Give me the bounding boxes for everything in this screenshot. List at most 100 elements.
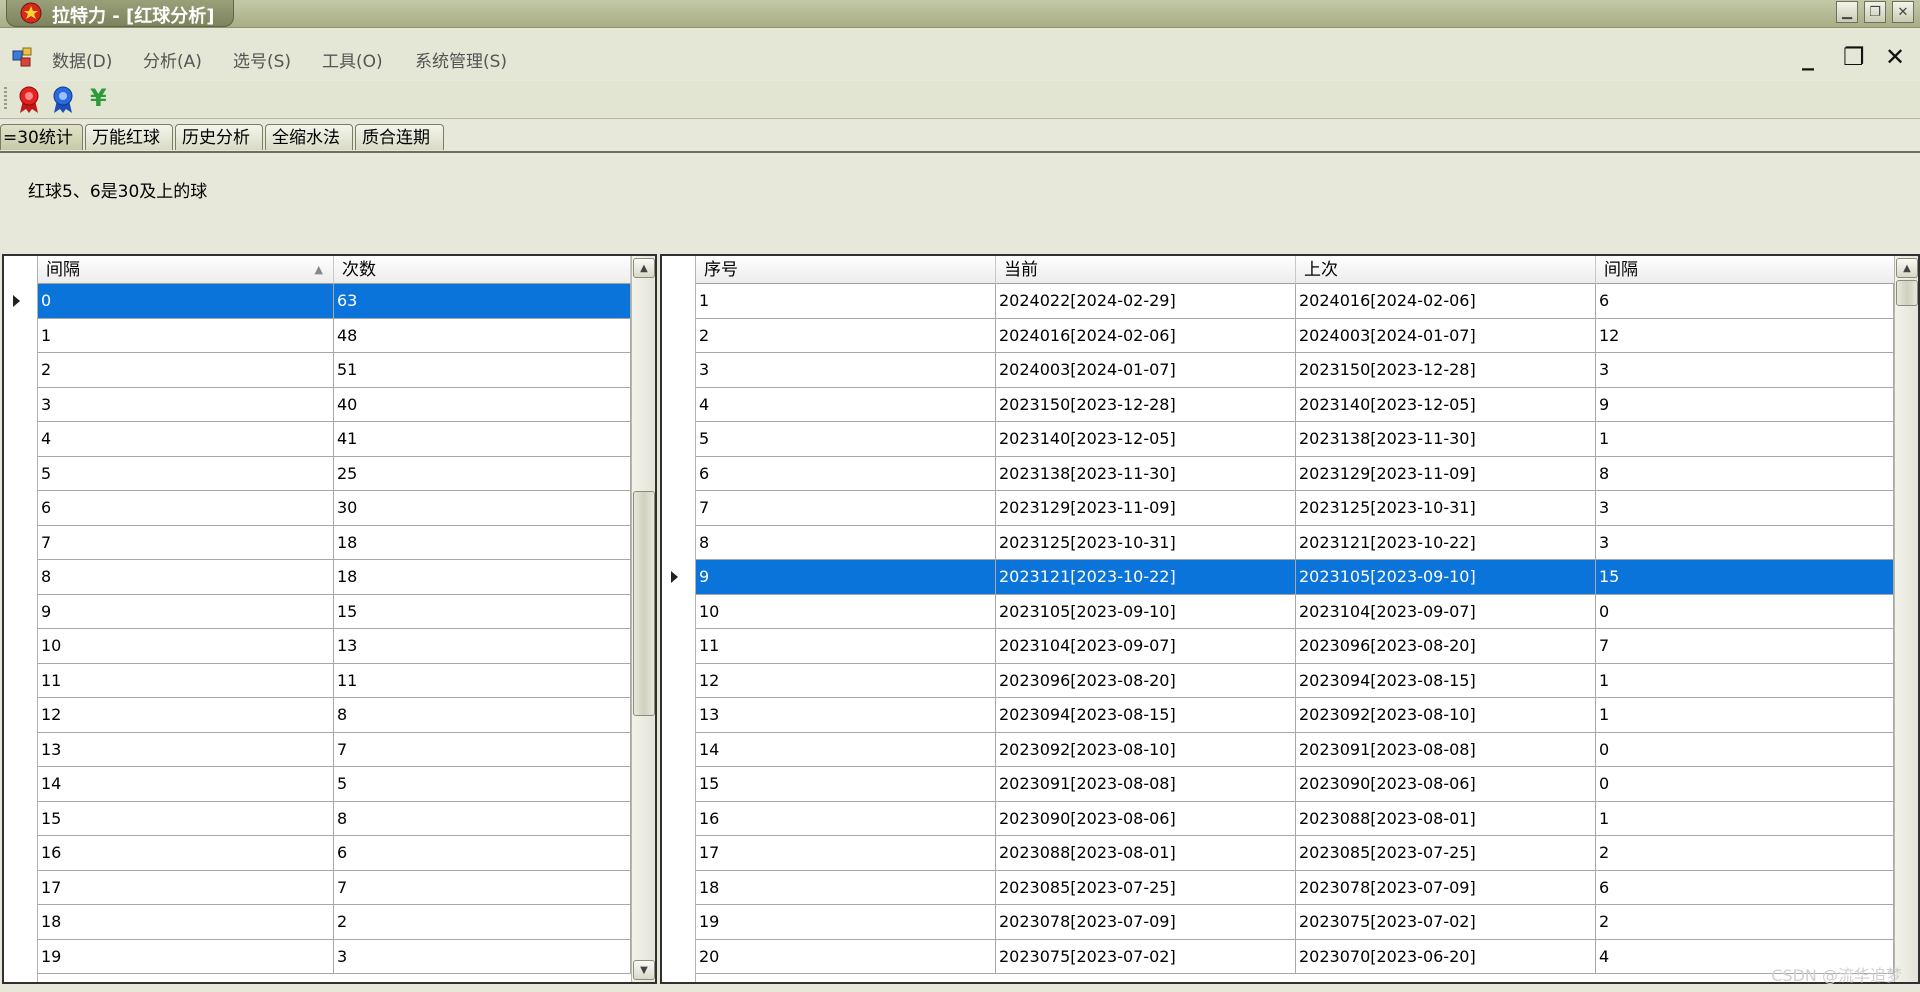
- table-row[interactable]: 8 18: [38, 560, 631, 595]
- current-row-indicator-icon: [13, 295, 20, 307]
- column-header-interval[interactable]: 间隔: [1596, 256, 1896, 284]
- table-cell: 2: [1596, 836, 1894, 870]
- table-cell: 7: [38, 525, 334, 559]
- table-cell: 17: [696, 836, 996, 870]
- table-cell: 1: [696, 284, 996, 318]
- table-row[interactable]: 7 18: [38, 525, 631, 560]
- table-cell: 2023078[2023-07-09]: [1296, 870, 1596, 904]
- minimize-window-button[interactable]: ▁: [1836, 1, 1858, 23]
- red-ribbon-icon[interactable]: [17, 86, 41, 114]
- close-icon: ✕: [1885, 43, 1906, 71]
- table-row[interactable]: 4 2023150[2023-12-28] 2023140[2023-12-05] 9: [696, 387, 1894, 422]
- table-row[interactable]: 10 2023105[2023-09-10] 2023104[2023-09-07]…: [696, 594, 1894, 629]
- yen-icon[interactable]: ¥: [90, 84, 107, 112]
- table-row[interactable]: 17 2023088[2023-08-01] 2023085[2023-07-25]…: [696, 836, 1894, 871]
- table-row[interactable]: 3 40: [38, 387, 631, 422]
- scroll-up-button[interactable]: ▲: [633, 258, 655, 278]
- table-row[interactable]: 1 2024022[2024-02-29] 2024016[2024-02-06] 6: [696, 284, 1894, 319]
- column-header-interval[interactable]: 间隔 ▲: [38, 256, 334, 284]
- table-cell: 9: [696, 560, 996, 594]
- table-row[interactable]: 13 2023094[2023-08-15] 2023092[2023-08-10]…: [696, 698, 1894, 733]
- table-row[interactable]: 18 2: [38, 905, 631, 940]
- tab-universal-red[interactable]: 万能红球: [85, 124, 173, 150]
- table-row[interactable]: 2 2024016[2024-02-06] 2024003[2024-01-07] 1…: [696, 318, 1894, 353]
- mdi-window-icon[interactable]: [12, 46, 34, 68]
- tab-prime-composite[interactable]: 质合连期: [355, 124, 444, 150]
- table-row[interactable]: 15 2023091[2023-08-08] 2023090[2023-08-06]…: [696, 767, 1894, 802]
- row-header-column: [4, 256, 38, 982]
- mdi-close-button[interactable]: ✕: [1885, 43, 1905, 71]
- table-cell: 2024003[2024-01-07]: [1296, 318, 1596, 352]
- tab-30-stats[interactable]: =30统计: [0, 124, 83, 150]
- table-row[interactable]: 19 2023078[2023-07-09] 2023075[2023-07-02]…: [696, 905, 1894, 940]
- table-cell: 13: [38, 732, 334, 766]
- table-cell: 2023091[2023-08-08]: [996, 767, 1296, 801]
- blue-ribbon-icon[interactable]: [51, 86, 75, 114]
- table-row[interactable]: 2 51: [38, 353, 631, 388]
- table-cell: 8: [38, 560, 334, 594]
- interval-count-grid[interactable]: 间隔 ▲ 次数 0 63 1 48 2 51 3 40 4 41 5 25 6 30 7 18 8 18 9 15 10…: [2, 254, 657, 984]
- table-row[interactable]: 7 2023129[2023-11-09] 2023125[2023-10-31] 3: [696, 491, 1894, 526]
- table-row[interactable]: 8 2023125[2023-10-31] 2023121[2023-10-22] 3: [696, 525, 1894, 560]
- right-grid-scrollbar[interactable]: ▲: [1894, 256, 1918, 982]
- table-row[interactable]: 6 30: [38, 491, 631, 526]
- column-header-previous[interactable]: 上次: [1296, 256, 1596, 284]
- table-row[interactable]: 20 2023075[2023-07-02] 2023070[2023-06-20]…: [696, 939, 1894, 974]
- scroll-up-button[interactable]: ▲: [1896, 258, 1918, 278]
- menu-analysis[interactable]: 分析(A): [143, 47, 202, 72]
- draw-interval-grid[interactable]: 序号 当前 上次 间隔 1 2024022[2024-02-29] 2024016[…: [660, 254, 1920, 984]
- table-row[interactable]: 11 11: [38, 663, 631, 698]
- table-row[interactable]: 19 3: [38, 939, 631, 974]
- table-row[interactable]: 14 5: [38, 767, 631, 802]
- table-cell: 7: [334, 870, 631, 904]
- table-cell: 19: [38, 939, 334, 973]
- column-header-current[interactable]: 当前: [996, 256, 1296, 284]
- restore-icon: ❐: [1843, 43, 1865, 71]
- column-header-seq[interactable]: 序号: [696, 256, 996, 284]
- mdi-minimize-button[interactable]: _: [1802, 43, 1814, 71]
- close-window-button[interactable]: ✕: [1892, 1, 1914, 23]
- table-row[interactable]: 1 48: [38, 318, 631, 353]
- scroll-thumb[interactable]: [1896, 280, 1918, 306]
- title-bar: [0, 0, 1920, 28]
- table-row[interactable]: 15 8: [38, 801, 631, 836]
- table-row[interactable]: 16 6: [38, 836, 631, 871]
- column-header-label: 序号: [704, 260, 738, 280]
- current-row-indicator-icon: [671, 571, 678, 583]
- table-row[interactable]: 9 15: [38, 594, 631, 629]
- table-row[interactable]: 10 13: [38, 629, 631, 664]
- table-row[interactable]: 9 2023121[2023-10-22] 2023105[2023-09-10] 1…: [696, 560, 1894, 595]
- tab-history-analysis[interactable]: 历史分析: [175, 124, 263, 150]
- scroll-down-button[interactable]: ▼: [633, 960, 655, 980]
- menu-select-numbers[interactable]: 选号(S): [233, 47, 291, 72]
- menu-data[interactable]: 数据(D): [52, 47, 112, 72]
- scroll-thumb[interactable]: [633, 491, 655, 716]
- table-row[interactable]: 13 7: [38, 732, 631, 767]
- table-row[interactable]: 17 7: [38, 870, 631, 905]
- table-cell: 6: [38, 491, 334, 525]
- table-row[interactable]: 6 2023138[2023-11-30] 2023129[2023-11-09] 8: [696, 456, 1894, 491]
- table-row[interactable]: 14 2023092[2023-08-10] 2023091[2023-08-08]…: [696, 732, 1894, 767]
- table-row[interactable]: 18 2023085[2023-07-25] 2023078[2023-07-09]…: [696, 870, 1894, 905]
- mdi-restore-button[interactable]: ❐: [1843, 43, 1865, 71]
- table-row[interactable]: 16 2023090[2023-08-06] 2023088[2023-08-01]…: [696, 801, 1894, 836]
- table-row[interactable]: 5 25: [38, 456, 631, 491]
- table-row[interactable]: 4 41: [38, 422, 631, 457]
- table-row[interactable]: 5 2023140[2023-12-05] 2023138[2023-11-30] 1: [696, 422, 1894, 457]
- table-row[interactable]: 12 8: [38, 698, 631, 733]
- table-cell: 48: [334, 318, 631, 352]
- table-row[interactable]: 11 2023104[2023-09-07] 2023096[2023-08-20]…: [696, 629, 1894, 664]
- toolbar-grip[interactable]: [4, 87, 7, 109]
- menu-system-management[interactable]: 系统管理(S): [415, 47, 507, 72]
- table-row[interactable]: 12 2023096[2023-08-20] 2023094[2023-08-15]…: [696, 663, 1894, 698]
- app-logo-icon: [20, 2, 42, 24]
- menu-tools[interactable]: 工具(O): [322, 47, 383, 72]
- left-grid-scrollbar[interactable]: ▲ ▼: [631, 256, 655, 982]
- column-header-count[interactable]: 次数: [334, 256, 631, 284]
- tab-full-reduction[interactable]: 全缩水法: [265, 124, 353, 150]
- table-row[interactable]: 3 2024003[2024-01-07] 2023150[2023-12-28] 3: [696, 353, 1894, 388]
- table-cell: 3: [1596, 491, 1894, 525]
- restore-window-button[interactable]: ❐: [1864, 1, 1886, 23]
- table-row[interactable]: 0 63: [38, 284, 631, 319]
- table-cell: 20: [696, 939, 996, 973]
